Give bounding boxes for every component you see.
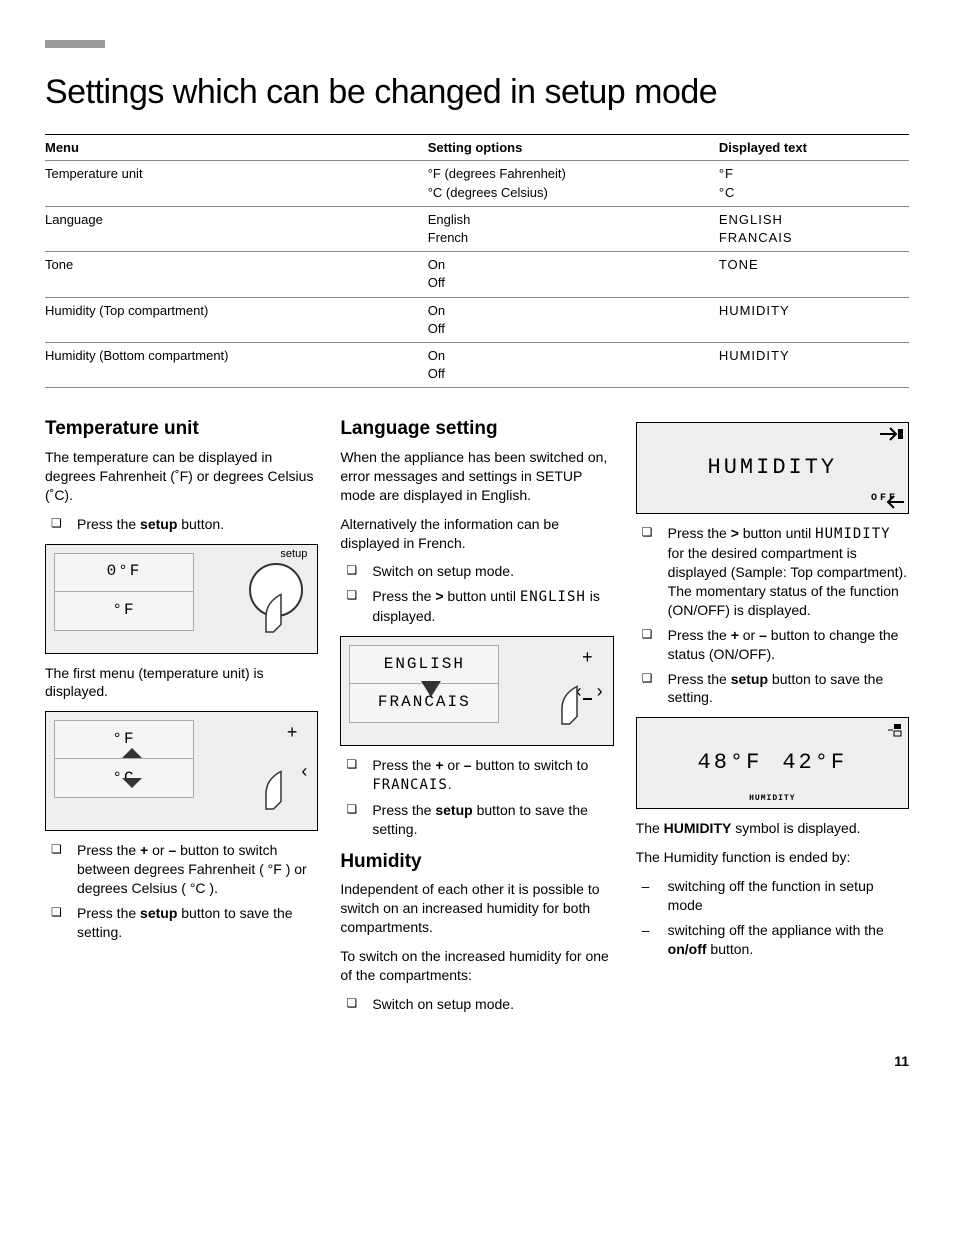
table-row: Language English French ENGLISH FRANCAIS — [45, 206, 909, 251]
step-save-hum: Press the setup button to save the setti… — [636, 670, 909, 708]
cell-display: HUMIDITY — [719, 342, 909, 387]
plus-icon: + — [287, 720, 298, 744]
step-switch-on: Switch on setup mode. — [340, 562, 613, 581]
lang-p1: When the appliance has been switched on,… — [340, 448, 613, 505]
hand-icon — [547, 679, 607, 739]
arrow-in-icon — [880, 427, 904, 441]
hand-icon — [251, 764, 311, 824]
cell-display: HUMIDITY — [719, 297, 909, 342]
heading-language: Language setting — [340, 416, 613, 442]
hum-end-intro: The Humidity function is ended by: — [636, 848, 909, 867]
humidity-indicator-label: HUMIDITY — [749, 794, 795, 805]
heading-humidity: Humidity — [340, 849, 613, 875]
cell-menu: Tone — [45, 252, 428, 297]
th-options: Setting options — [428, 134, 719, 161]
display-humidity-text: HUMIDITY — [708, 453, 838, 483]
column-language: Language setting When the appliance has … — [340, 416, 613, 1023]
step-press-next-hum: Press the > button until HUMIDITY for th… — [636, 524, 909, 619]
step-save-lang: Press the setup button to save the setti… — [340, 801, 613, 839]
plus-icon: + — [582, 645, 593, 669]
step-plus-minus: Press the + or – button to switch betwee… — [45, 841, 318, 898]
display-bottom: °F — [55, 592, 193, 630]
cell-display: TONE — [719, 252, 909, 297]
hum-p2: To switch on the increased humidity for … — [340, 947, 613, 985]
cell-display: °F °C — [719, 161, 909, 206]
step-press-next: Press the > button until ENGLISH is disp… — [340, 587, 613, 626]
cell-options: English French — [428, 206, 719, 251]
page-title: Settings which can be changed in setup m… — [45, 70, 909, 116]
display-temp-right: 42°F — [782, 748, 847, 778]
settings-table: Menu Setting options Displayed text Temp… — [45, 134, 909, 388]
cell-options: On Off — [428, 297, 719, 342]
table-row: Humidity (Bottom compartment) On Off HUM… — [45, 342, 909, 387]
th-menu: Menu — [45, 134, 428, 161]
cell-menu: Humidity (Bottom compartment) — [45, 342, 428, 387]
table-row: Temperature unit °F (degrees Fahrenheit)… — [45, 161, 909, 206]
temp-after: The first menu (temperature unit) is dis… — [45, 664, 318, 702]
table-row: Humidity (Top compartment) On Off HUMIDI… — [45, 297, 909, 342]
step-switch-lang: Press the + or – button to switch to FRA… — [340, 756, 613, 795]
illustration-humidity-display: HUMIDITY OFF — [636, 422, 909, 514]
setup-label: setup — [280, 547, 307, 562]
hum-p1: Independent of each other it is possible… — [340, 880, 613, 937]
table-row: Tone On Off TONE — [45, 252, 909, 297]
column-humidity-cont: HUMIDITY OFF Press the > button until HU… — [636, 416, 909, 1023]
step-switch-on-hum: Switch on setup mode. — [340, 995, 613, 1014]
down-arrow-icon — [421, 681, 441, 697]
cell-menu: Humidity (Top compartment) — [45, 297, 428, 342]
column-temperature: Temperature unit The temperature can be … — [45, 416, 318, 1023]
step-press-setup: Press the setup button. — [45, 515, 318, 534]
updown-arrows-icon — [122, 748, 142, 788]
cell-menu: Language — [45, 206, 428, 251]
step-plus-minus-hum: Press the + or – button to change the st… — [636, 626, 909, 664]
heading-temperature: Temperature unit — [45, 416, 318, 442]
cell-display: ENGLISH FRANCAIS — [719, 206, 909, 251]
end-option-1: switching off the function in setup mode — [636, 877, 909, 915]
hand-icon — [251, 587, 311, 647]
illustration-temp-select: °F °C + ‹ — [45, 711, 318, 831]
hum-result: The HUMIDITY symbol is displayed. — [636, 819, 909, 838]
th-display: Displayed text — [719, 134, 909, 161]
arrow-out-icon — [880, 495, 904, 509]
end-option-2: switching off the appliance with the on/… — [636, 921, 909, 959]
display-top: ENGLISH — [350, 646, 498, 684]
cell-options: On Off — [428, 252, 719, 297]
illustration-language: ENGLISH FRANCAIS + ‹ › − — [340, 636, 613, 746]
display-temp-left: 48°F — [698, 748, 763, 778]
lang-p2: Alternatively the information can be dis… — [340, 515, 613, 553]
cell-options: On Off — [428, 342, 719, 387]
square-icon — [888, 724, 902, 738]
step-save: Press the setup button to save the setti… — [45, 904, 318, 942]
illustration-temps-display: 48°F 42°F HUMIDITY — [636, 717, 909, 809]
illustration-setup-press: setup 0°F °F — [45, 544, 318, 654]
cell-menu: Temperature unit — [45, 161, 428, 206]
page-number: 11 — [45, 1052, 909, 1071]
temp-intro: The temperature can be displayed in degr… — [45, 448, 318, 505]
header-accent-bar — [45, 40, 105, 48]
display-top: 0°F — [55, 554, 193, 592]
cell-options: °F (degrees Fahrenheit) °C (degrees Cels… — [428, 161, 719, 206]
